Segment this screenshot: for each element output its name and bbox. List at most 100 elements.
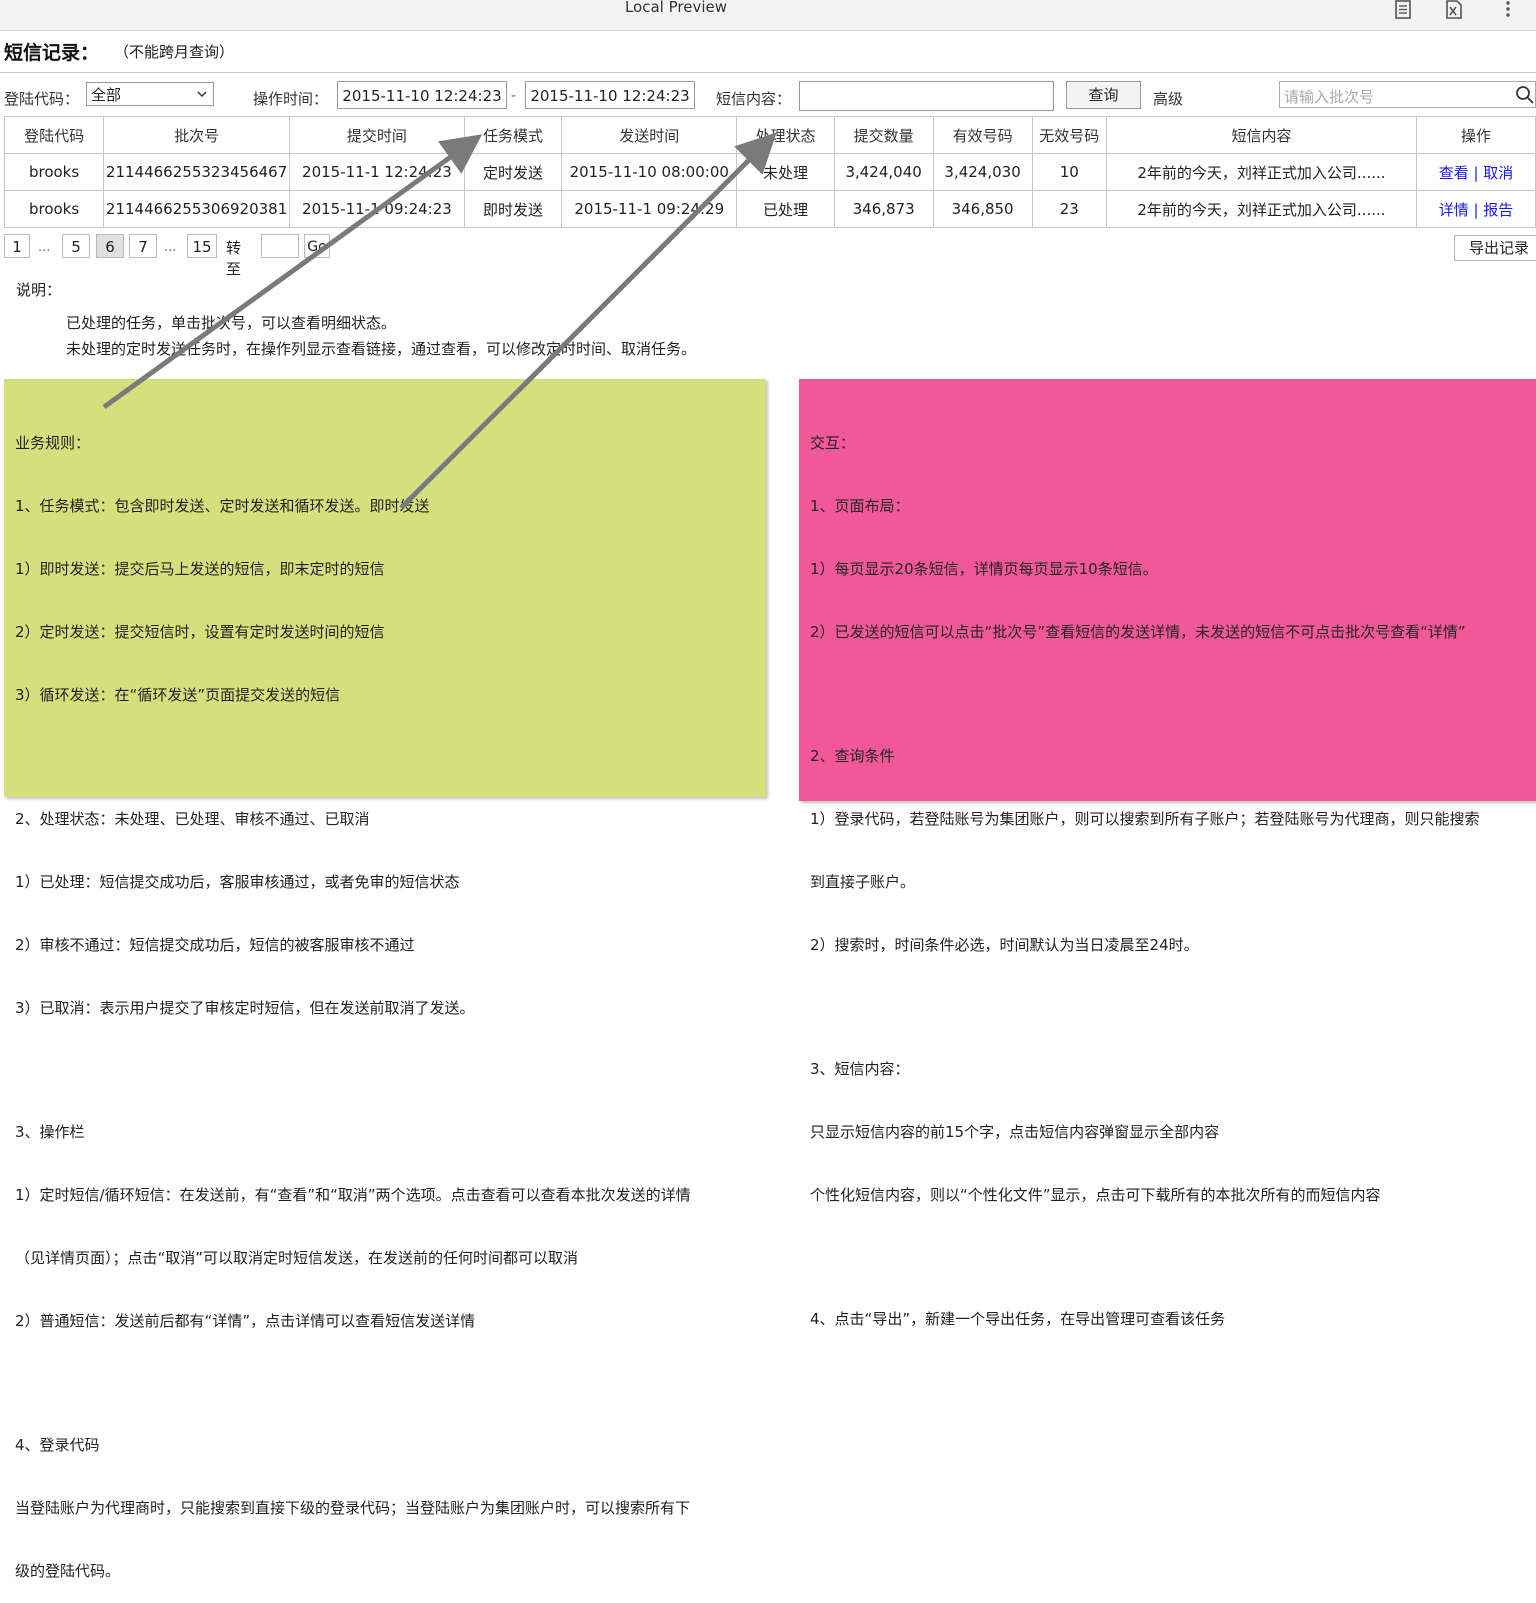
advanced-link[interactable]: 高级 [1153,88,1183,109]
table-row: brooks 2114466255306920381 2015-11-1 09:… [3,190,1536,228]
login-select[interactable]: 全部 [86,82,214,106]
page-ellipsis: ... [164,240,177,255]
note-line: 2、查询条件 [810,747,895,765]
note-line: 1）已处理：短信提交成功后，客服审核通过，或者免审的短信状态 [15,873,460,891]
note-line [810,685,1536,704]
cell-content[interactable]: 2年前的今天，刘祥正式加入公司...... [1105,153,1418,191]
cell-mode: 定时发送 [463,153,563,191]
col-valid: 有效号码 [932,116,1033,154]
cell-status: 已处理 [736,190,835,228]
page-1-button[interactable]: 1 [4,234,30,258]
col-batch: 批次号 [103,116,290,154]
note-line: 3、操作栏 [15,1123,85,1141]
goto-label: 转至 [226,239,242,278]
document-icon[interactable] [1392,0,1416,20]
cell-batch: 2114466255323456467 [103,153,290,191]
window-title: Local Preview [624,0,728,16]
page-7-button[interactable]: 7 [129,234,157,258]
note-line: 到直接子账户。 [810,873,916,891]
time-to-input[interactable]: 2015-11-10 12:24:23 [525,81,695,109]
col-login: 登陆代码 [3,116,105,154]
note-line [810,1248,1536,1267]
batch-link[interactable]: 2114466255306920381 [103,190,290,228]
content-label: 短信内容： [716,90,792,108]
note-line: 2）普通短信：发送前后都有“详情”，点击详情可以查看短信发送详情 [15,1312,476,1330]
note-line: 3、短信内容： [810,1060,910,1078]
business-rules-note: 业务规则： 1、任务模式：包含即时发送、定时发送和循环发送。即时发送 1）即时发… [4,379,766,1580]
spreadsheet-icon[interactable] [1443,0,1467,20]
goto-input[interactable] [261,234,299,258]
note-line: 3）已取消：表示用户提交了审核定时短信，但在发送前取消了发送。 [15,999,475,1017]
note-line: 4、点击“导出”，新建一个导出任务，在导出管理可查看该任务 [810,1310,1226,1328]
login-label: 登陆代码： [4,90,80,108]
page-ellipsis: ... [38,240,51,255]
time-from-input[interactable]: 2015-11-10 12:24:23 [337,81,507,109]
action-separator: | [1468,163,1484,182]
action-separator: | [1468,200,1484,219]
note-line [15,1061,755,1080]
page-title: 短信记录： [4,42,100,64]
note-line: 个性化短信内容，则以“个性化文件”显示，点击可下载所有的本批次所有的而短信内容 [810,1186,1381,1204]
page-15-button[interactable]: 15 [187,234,217,258]
title-bar: Local Preview [0,0,1536,31]
note-line: （见详情页面）；点击“取消”可以取消定时短信发送，在发送前的任何时间都可以取消 [15,1249,579,1267]
note-line: 当登陆账户为代理商时，只能搜索到直接下级的登录代码；当登陆账户为集团账户时，可以… [15,1499,691,1517]
sms-record-table: 登陆代码 批次号 提交时间 任务模式 发送时间 处理状态 提交数量 有效号码 无… [3,116,1536,228]
note-line [810,998,1536,1017]
cell-send-time: 2015-11-10 08:00:00 [561,153,738,191]
note-line: 2）搜索时，时间条件必选，时间默认为当日凌晨至24时。 [810,936,1199,954]
cell-send-time: 2015-11-1 09:24:29 [561,190,738,228]
report-link[interactable]: 报告 [1483,201,1513,219]
go-button[interactable]: Go [304,234,330,258]
cell-invalid: 23 [1031,190,1107,228]
cell-valid: 346,850 [932,190,1033,228]
description-line: 未处理的定时发送任务时，在操作列显示查看链接，通过查看，可以修改定时时间、取消任… [66,340,697,358]
col-invalid: 无效号码 [1031,116,1107,154]
time-separator: - [511,88,517,104]
cell-login: brooks [3,153,105,191]
query-button[interactable]: 查询 [1066,81,1141,109]
time-label: 操作时间： [253,90,329,108]
col-submitted: 提交数量 [833,116,934,154]
note-line: 1）登录代码，若登陆账号为集团账户，则可以搜索到所有子账户；若登陆账号为代理商，… [810,810,1480,828]
note-line: 2）审核不通过：短信提交成功后，短信的被客服审核不通过 [15,936,415,954]
note-line: 交互： [810,434,856,452]
cell-login: brooks [3,190,105,228]
col-content: 短信内容 [1105,116,1418,154]
content-input[interactable] [799,81,1054,111]
note-line: 级的登陆代码。 [15,1562,121,1580]
note-line: 2）已发送的短信可以点击“批次号”查看短信的发送详情，未发送的短信不可点击批次号… [810,623,1466,641]
col-submit-time: 提交时间 [289,116,465,154]
note-line: 1、任务模式：包含即时发送、定时发送和循环发送。即时发送 [15,497,430,515]
table-row: brooks 2114466255323456467 2015-11-1 12:… [3,153,1536,191]
filter-bar: 登陆代码： 全部 操作时间： 2015-11-10 12:24:23 - 201… [0,72,1536,117]
cell-content[interactable]: 2年前的今天，刘祥正式加入公司...... [1105,190,1418,228]
interaction-note: 交互： 1、页面布局： 1）每页显示20条短信，详情页每页显示10条短信。 2）… [799,379,1536,1328]
page-5-button[interactable]: 5 [62,234,90,258]
login-select-value: 全部 [91,86,122,104]
col-send-time: 发送时间 [561,116,738,154]
more-vert-icon[interactable] [1497,0,1521,20]
export-button[interactable]: 导出记录 [1454,235,1536,261]
batch-search-input[interactable]: 请输入批次号 [1279,81,1536,108]
note-line: 1）定时短信/循环短信：在发送前，有“查看”和“取消”两个选项。点击查看可以查看… [15,1186,691,1204]
cancel-link[interactable]: 取消 [1483,164,1513,182]
page-6-button[interactable]: 6 [96,234,124,258]
view-link[interactable]: 查看 [1439,164,1469,182]
cell-action: 查看 | 取消 [1416,153,1536,191]
note-line [15,748,755,767]
cell-valid: 3,424,030 [932,153,1033,191]
note-line: 3）循环发送：在“循环发送”页面提交发送的短信 [15,686,341,704]
col-mode: 任务模式 [463,116,563,154]
cell-submitted: 346,873 [833,190,934,228]
chevron-down-icon [197,91,207,98]
note-line: 1）每页显示20条短信，详情页每页显示10条短信。 [810,560,1158,578]
search-icon[interactable] [1515,85,1535,105]
detail-link[interactable]: 详情 [1439,201,1469,219]
note-line: 业务规则： [15,434,91,452]
note-line: 1、页面布局： [810,497,910,515]
cell-submitted: 3,424,040 [833,153,934,191]
note-line: 只显示短信内容的前15个字，点击短信内容弹窗显示全部内容 [810,1123,1220,1141]
note-line: 2）定时发送：提交短信时，设置有定时发送时间的短信 [15,623,385,641]
table-header-row: 登陆代码 批次号 提交时间 任务模式 发送时间 处理状态 提交数量 有效号码 无… [3,116,1536,154]
